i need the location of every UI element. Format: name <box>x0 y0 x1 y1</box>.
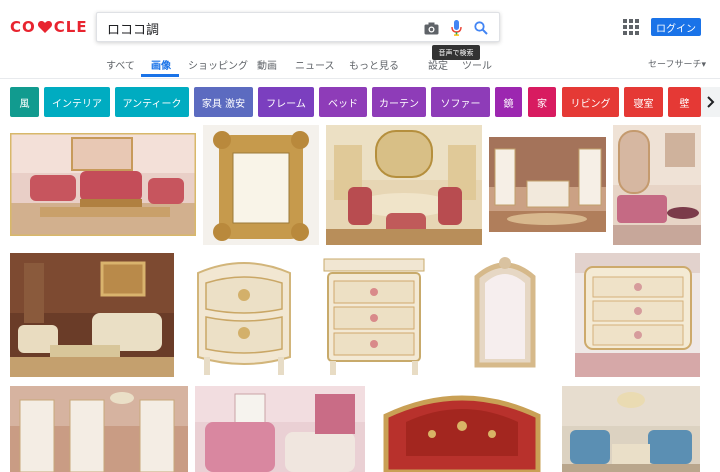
chips-next-button[interactable] <box>701 87 720 117</box>
image-result-8[interactable] <box>318 253 430 377</box>
tab-tools[interactable]: ツール <box>462 57 492 72</box>
microphone-icon[interactable] <box>447 19 465 37</box>
chip-cheap-furniture[interactable]: 家具 激安 <box>194 87 253 117</box>
chip-bedroom[interactable]: 寝室 <box>624 87 663 117</box>
image-result-7[interactable] <box>190 253 298 377</box>
tab-shopping[interactable]: ショッピング <box>188 57 248 72</box>
login-button[interactable]: ログイン <box>651 18 701 36</box>
chip-mirror[interactable]: 鏡 <box>495 87 522 117</box>
chip-frame[interactable]: フレーム <box>258 87 314 117</box>
tab-more[interactable]: もっと見る <box>349 57 399 72</box>
search-box[interactable]: ロココ調 <box>96 12 500 42</box>
chip-house[interactable]: 家 <box>528 87 556 117</box>
search-input[interactable]: ロココ調 <box>107 19 159 38</box>
tab-settings[interactable]: 設定 <box>428 57 448 72</box>
logo-letter-o: O <box>22 18 36 36</box>
search-icon[interactable] <box>472 19 490 37</box>
image-result-14[interactable] <box>562 386 700 472</box>
chip-living[interactable]: リビング <box>562 87 619 117</box>
chevron-right-icon <box>706 96 714 108</box>
logo-letters-right: CLE <box>53 18 88 36</box>
tab-images[interactable]: 画像 <box>151 57 171 72</box>
image-result-3[interactable] <box>326 125 482 245</box>
safesearch-menu[interactable]: セーフサーチ▾ <box>648 57 706 70</box>
apps-grid-icon[interactable] <box>623 19 639 35</box>
tab-videos[interactable]: 動画 <box>257 57 277 72</box>
image-result-12[interactable] <box>195 386 365 472</box>
image-result-11[interactable] <box>10 386 188 472</box>
chip-antique[interactable]: アンティーク <box>115 87 189 117</box>
related-search-chips: 風 インテリア アンティーク 家具 激安 フレーム ベッド カーテン ソファー … <box>0 87 720 117</box>
chip-wall[interactable]: 壁 <box>668 87 701 117</box>
tab-news[interactable]: ニュース <box>295 57 335 72</box>
tab-all[interactable]: すべて <box>106 57 135 72</box>
search-tabs: すべて 画像 ショッピング 動画 ニュース もっと見る 設定 ツール <box>0 52 720 78</box>
active-tab-indicator <box>141 74 179 77</box>
site-logo[interactable]: C O CLE <box>10 14 88 40</box>
camera-icon[interactable] <box>422 19 440 37</box>
image-result-9[interactable] <box>465 255 545 375</box>
chip-sofa[interactable]: ソファー <box>431 87 490 117</box>
image-result-13[interactable] <box>376 386 548 472</box>
image-result-2[interactable] <box>203 125 319 245</box>
header-divider <box>0 78 720 79</box>
image-result-10[interactable] <box>575 253 700 377</box>
image-result-1[interactable] <box>10 133 196 236</box>
image-result-4[interactable] <box>489 137 606 232</box>
chip-bed[interactable]: ベッド <box>319 87 367 117</box>
image-result-6[interactable] <box>10 253 174 377</box>
chip-fuu[interactable]: 風 <box>10 87 39 117</box>
heart-icon <box>37 21 52 33</box>
chip-interior[interactable]: インテリア <box>44 87 110 117</box>
image-result-5[interactable] <box>613 125 701 245</box>
chip-curtain[interactable]: カーテン <box>372 87 426 117</box>
logo-letter-g: C <box>10 18 23 36</box>
